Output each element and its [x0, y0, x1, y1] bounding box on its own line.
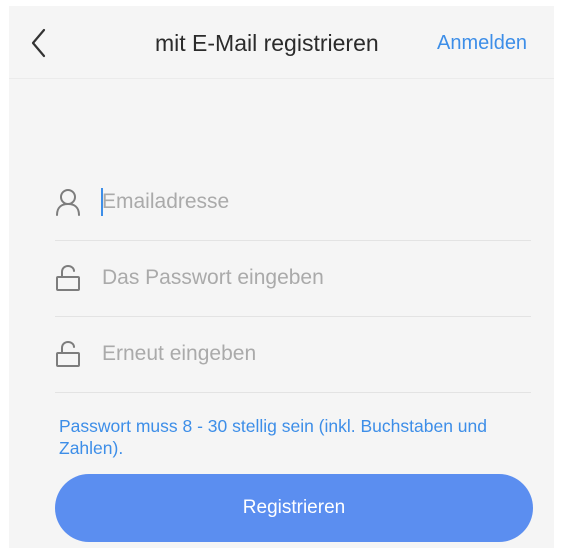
user-icon: [55, 188, 81, 216]
password-field: [55, 240, 531, 317]
password-confirm-field: [55, 316, 531, 393]
page-title: mit E-Mail registrieren: [155, 30, 379, 56]
lock-icon: [55, 340, 81, 368]
email-field: [55, 164, 531, 241]
register-button[interactable]: Registrieren: [55, 474, 533, 542]
login-link[interactable]: Anmelden: [437, 32, 527, 55]
password-confirm-input[interactable]: [102, 330, 512, 378]
lock-icon: [55, 264, 81, 292]
email-input[interactable]: [102, 178, 512, 226]
back-button[interactable]: [29, 28, 49, 58]
chevron-left-icon: [31, 28, 46, 58]
password-input[interactable]: [102, 254, 512, 302]
password-hint: Passwort muss 8 - 30 stellig sein (inkl.…: [59, 416, 487, 458]
header-bar: mit E-Mail registrieren Anmelden: [9, 6, 554, 79]
register-screen: mit E-Mail registrieren Anmelden Emailad…: [9, 6, 554, 548]
